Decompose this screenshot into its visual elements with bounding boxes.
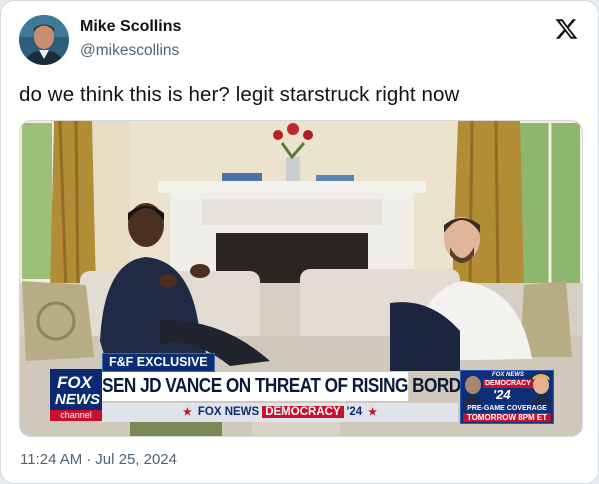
author-display-name[interactable]: Mike Scollins [80, 18, 181, 36]
promo-pre-game: PRE-GAME COVERAGE [467, 405, 547, 412]
timestamp-separator: · [86, 451, 92, 468]
tweet-timestamp[interactable]: 11:24 AM · Jul 25, 2024 [20, 451, 177, 468]
fox-logo-line2: NEWS [55, 391, 100, 408]
ticker-network: FOX NEWS [197, 406, 260, 418]
ticker-year: '24 [346, 406, 363, 418]
tweet-text: do we think this is her? legit starstruc… [19, 83, 460, 106]
promo-time: TOMORROW 8PM ET [463, 413, 551, 422]
star-icon: ★ [368, 407, 378, 418]
author-handle[interactable]: @mikescollins [80, 42, 179, 60]
promo-brand: FOX NEWS [492, 372, 525, 378]
x-logo-icon[interactable] [554, 17, 579, 41]
promo-graphic: FOX NEWS DEMOCRACY '24 PRE-GAME COVERAGE… [460, 370, 554, 424]
chyron-headline: SEN JD VANCE ON THREAT OF RISING BORDER … [102, 372, 543, 401]
tweet-date[interactable]: Jul 25, 2024 [95, 451, 177, 468]
avatar[interactable] [19, 15, 69, 65]
chyron-ticker: ★ FOX NEWS DEMOCRACY '24 ★ [102, 403, 458, 422]
fox-logo-line1: FOX [57, 373, 92, 392]
ticker-democracy: DEMOCRACY [262, 406, 344, 418]
tweet-time[interactable]: 11:24 AM [20, 451, 82, 468]
exclusive-tag: F&F EXCLUSIVE [102, 353, 215, 372]
promo-year: '24 [493, 387, 511, 402]
tweet-media[interactable]: FOX NEWS channel F&F EXCLUSIVE SEN JD VA… [19, 120, 583, 437]
star-icon: ★ [182, 407, 192, 418]
tweet-card: Mike Scollins @mikescollins do we think … [0, 0, 599, 484]
fox-news-logo: FOX NEWS channel [50, 369, 102, 421]
fox-logo-line3: channel [50, 410, 102, 421]
